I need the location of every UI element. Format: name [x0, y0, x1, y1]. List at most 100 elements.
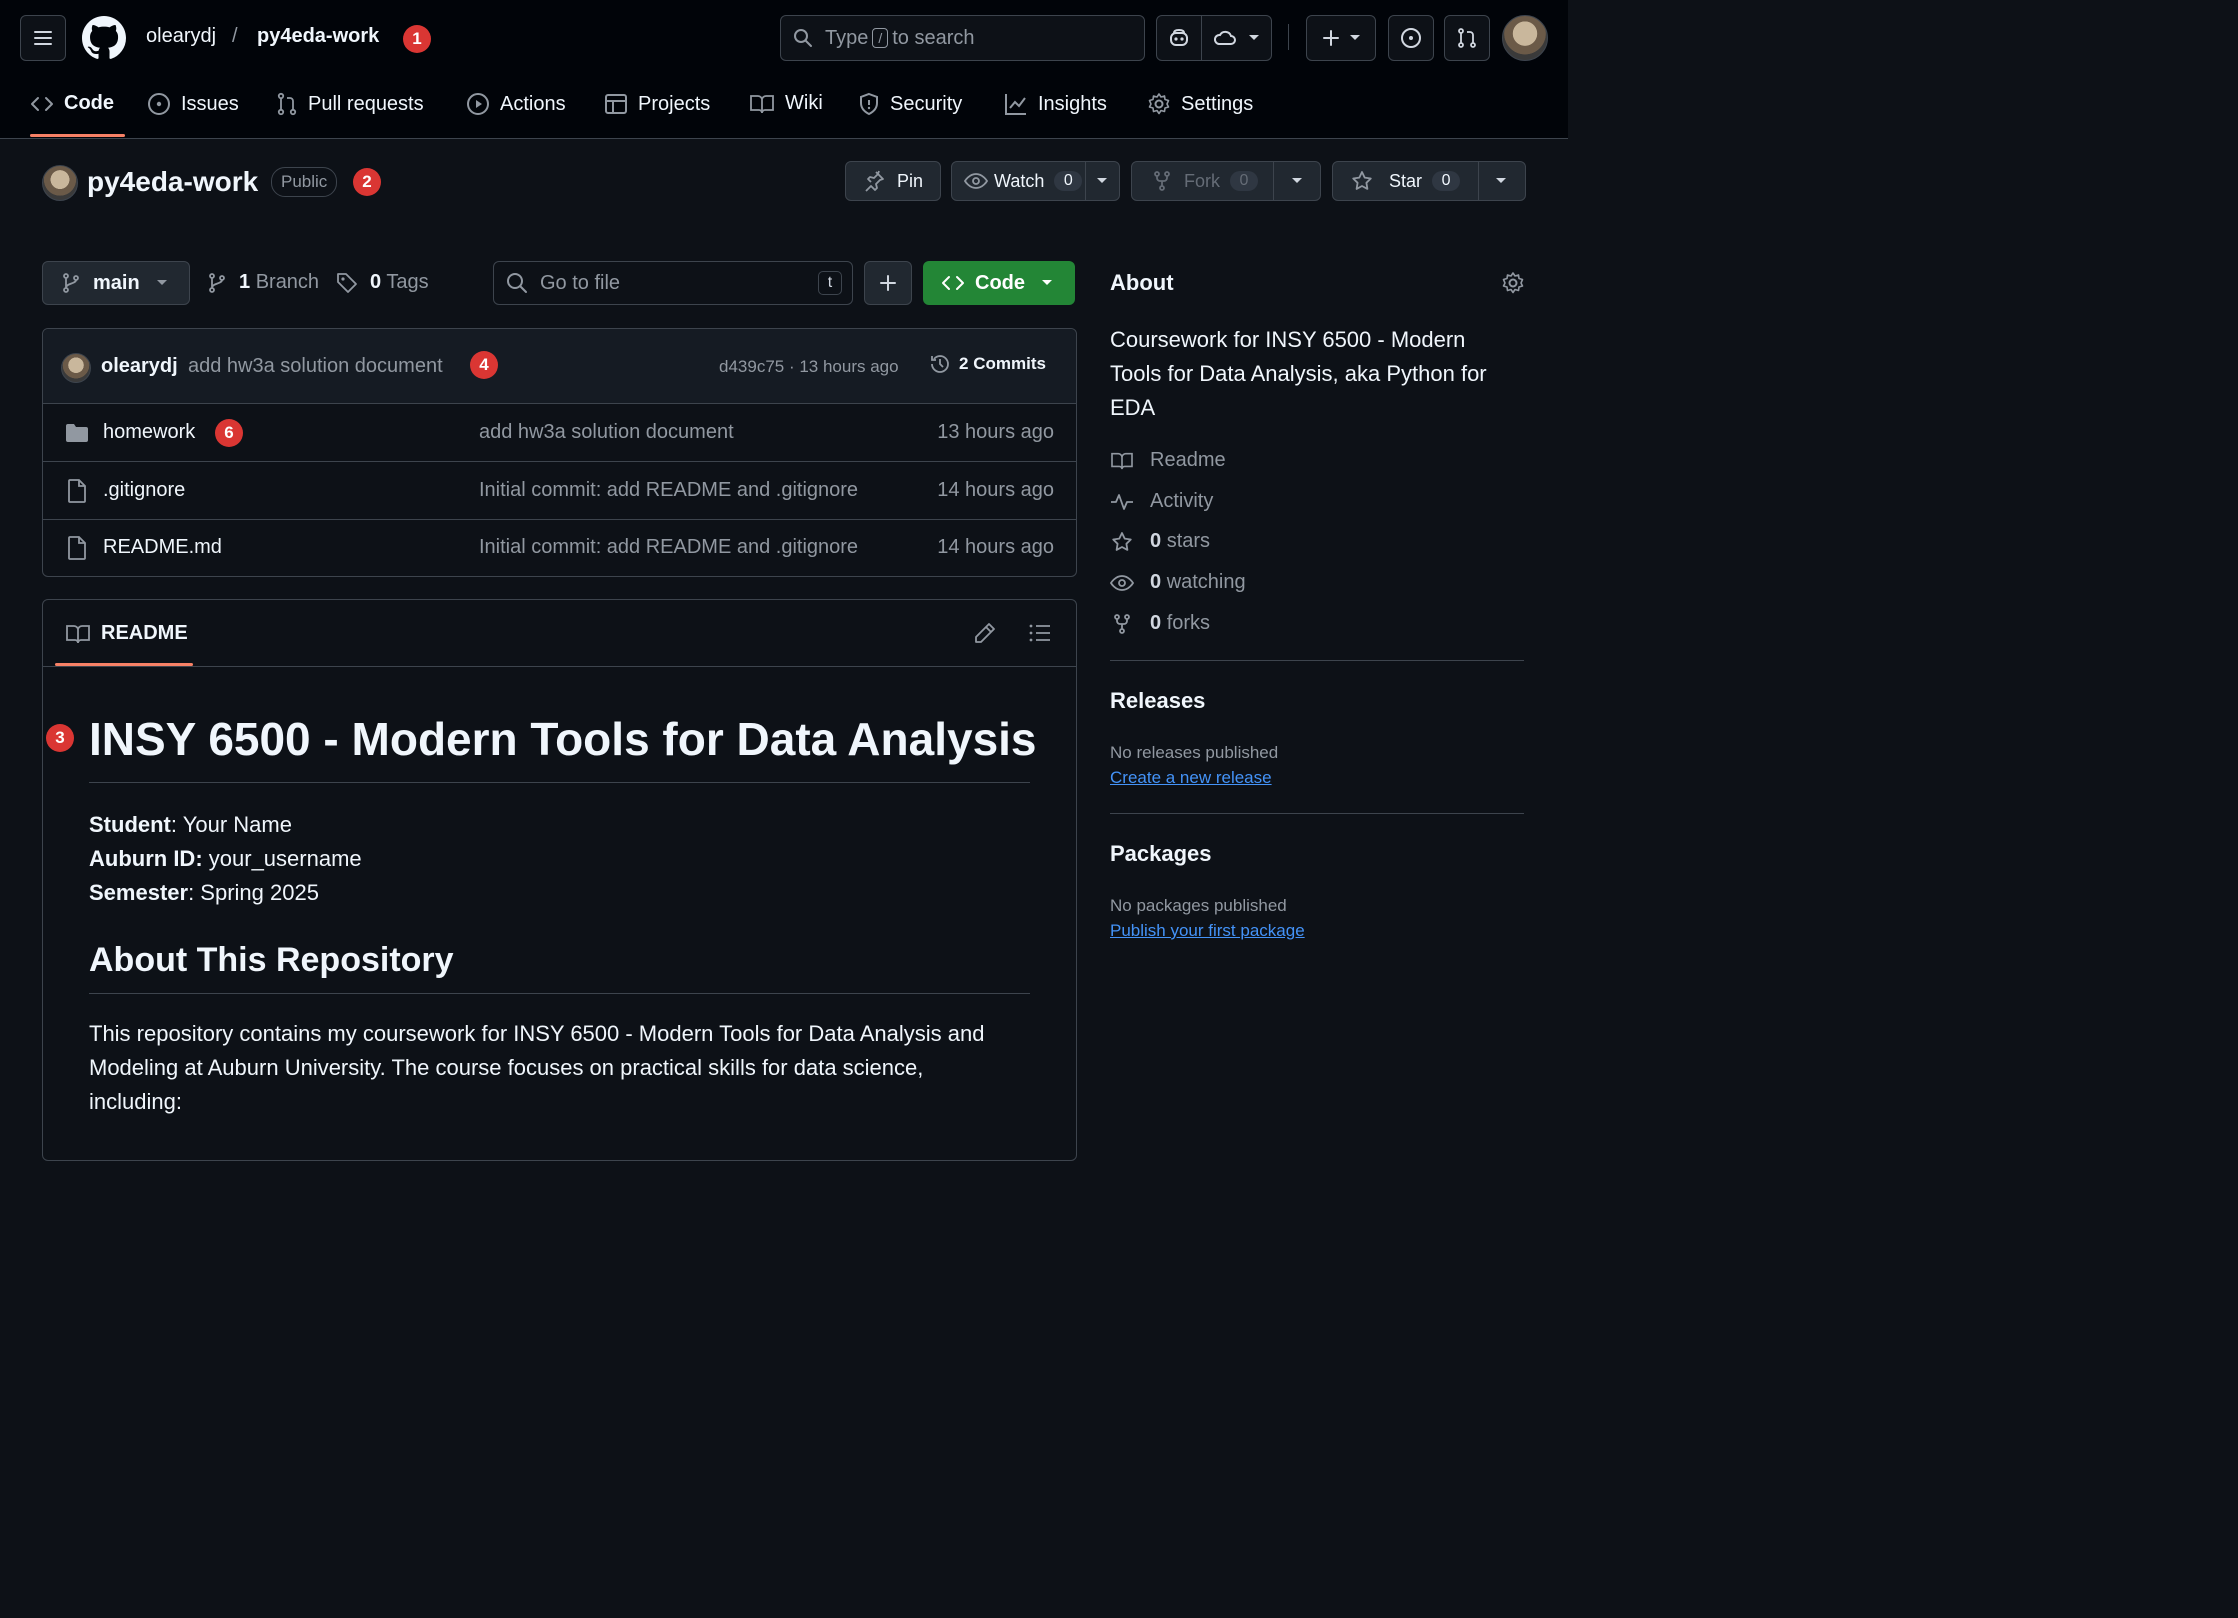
star-count: 0	[1432, 171, 1461, 191]
repo-title[interactable]: py4eda-work	[87, 166, 258, 198]
file-name[interactable]: README.md	[103, 536, 222, 559]
create-release-link[interactable]: Create a new release	[1110, 768, 1272, 788]
commit-author[interactable]: olearydj	[101, 355, 178, 378]
commits-link[interactable]: 2 Commits	[929, 353, 1046, 375]
readme-tab[interactable]: README	[65, 622, 188, 645]
author-avatar[interactable]	[61, 353, 91, 383]
branch-selector[interactable]: main	[42, 261, 190, 305]
file-commit-message[interactable]: Initial commit: add README and .gitignor…	[479, 536, 858, 559]
go-to-file-input[interactable]: Go to file t	[493, 261, 853, 305]
search-suffix: to search	[892, 26, 975, 49]
owner-avatar[interactable]	[42, 165, 78, 201]
packages-heading[interactable]: Packages	[1110, 841, 1212, 867]
readme-panel: README 3 INSY 6500 - Modern Tools for Da…	[42, 599, 1077, 1161]
chevron-down-icon	[156, 279, 168, 287]
branch-label: Branch	[255, 271, 320, 293]
publish-package-link[interactable]: Publish your first package	[1110, 921, 1305, 941]
breadcrumb-separator: /	[232, 25, 238, 47]
chevron-down-icon[interactable]	[1495, 177, 1507, 185]
fork-button[interactable]: Fork 0	[1131, 161, 1321, 201]
commits-count: 2	[959, 354, 969, 373]
file-name[interactable]: homework	[103, 421, 195, 444]
star-label: Star	[1389, 170, 1423, 191]
watching-link[interactable]: 0 watching	[1110, 571, 1246, 594]
user-avatar[interactable]	[1502, 15, 1548, 61]
about-description: Coursework for INSY 6500 - Modern Tools …	[1110, 323, 1487, 425]
star-button[interactable]: Star 0	[1332, 161, 1526, 201]
commit-message[interactable]: add hw3a solution document	[188, 355, 443, 378]
tab-label: Wiki	[785, 92, 823, 114]
commit-hash-time[interactable]: d439c75 · 13 hours ago	[719, 357, 899, 377]
tab-security[interactable]: Security	[858, 92, 962, 116]
tab-projects[interactable]: Projects	[604, 92, 710, 116]
file-row[interactable]: homework 6 add hw3a solution document 13…	[43, 404, 1076, 462]
pull-requests-button[interactable]	[1444, 15, 1490, 61]
git-branch-icon	[207, 272, 227, 294]
file-name[interactable]: .gitignore	[103, 479, 185, 502]
github-logo-icon[interactable]	[82, 16, 126, 60]
tab-insights[interactable]: Insights	[1004, 92, 1107, 116]
activity-link[interactable]: Activity	[1110, 490, 1213, 513]
readme-link[interactable]: Readme	[1110, 449, 1226, 472]
tab-settings[interactable]: Settings	[1147, 92, 1253, 116]
paragraph-line: Modeling at Auburn University. The cours…	[89, 1055, 924, 1080]
tags-link[interactable]: 0 Tags	[336, 271, 429, 294]
file-list: olearydj add hw3a solution document 4 d4…	[42, 328, 1077, 577]
file-row[interactable]: .gitignore Initial commit: add README an…	[43, 462, 1076, 520]
breadcrumb-owner[interactable]: olearydj	[146, 25, 216, 48]
annotation-badge-6: 6	[215, 419, 243, 447]
branches-link[interactable]: 1 Branch	[207, 271, 319, 294]
graph-icon	[1004, 92, 1028, 116]
list-unordered-icon[interactable]	[1028, 621, 1052, 645]
auburn-label: Auburn ID:	[89, 846, 203, 871]
readme-heading: INSY 6500 - Modern Tools for Data Analys…	[89, 713, 1037, 765]
releases-heading[interactable]: Releases	[1110, 688, 1205, 714]
tab-pull-requests[interactable]: Pull requests	[276, 92, 424, 116]
releases-empty: No releases published	[1110, 743, 1279, 762]
code-download-button[interactable]: Code	[923, 261, 1075, 305]
search-input[interactable]: Type / to search	[780, 15, 1145, 61]
copilot-button-group[interactable]	[1156, 15, 1272, 61]
student-label: Student	[89, 812, 171, 837]
tab-label: Projects	[638, 92, 711, 115]
tag-count: 0	[370, 271, 382, 293]
shield-icon	[858, 92, 880, 116]
issue-opened-icon	[147, 92, 171, 116]
gear-icon[interactable]	[1501, 271, 1525, 295]
pencil-icon[interactable]	[973, 621, 997, 645]
activity-link-label: Activity	[1150, 490, 1214, 512]
tab-label: Insights	[1038, 92, 1107, 115]
tab-code[interactable]: Code	[30, 92, 114, 115]
file-row[interactable]: README.md Initial commit: add README and…	[43, 519, 1076, 576]
forks-link[interactable]: 0 forks	[1110, 612, 1210, 635]
repo-forked-icon	[1110, 613, 1134, 635]
tab-wiki[interactable]: Wiki	[749, 92, 823, 115]
chevron-down-icon[interactable]	[1248, 34, 1260, 42]
file-time: 13 hours ago	[937, 421, 1054, 443]
chevron-down-icon[interactable]	[1096, 177, 1108, 185]
chevron-down-icon[interactable]	[1291, 177, 1303, 185]
about-heading: About	[1110, 270, 1174, 295]
tab-actions[interactable]: Actions	[466, 92, 566, 116]
pin-button[interactable]: Pin	[845, 161, 941, 201]
tab-issues[interactable]: Issues	[147, 92, 239, 116]
copilot-cloud-icon[interactable]	[1202, 28, 1248, 48]
pin-label: Pin	[896, 170, 923, 191]
copilot-icon[interactable]	[1157, 27, 1201, 49]
header-divider	[1288, 24, 1289, 50]
search-prefix: Type	[825, 26, 869, 49]
file-icon	[67, 478, 87, 503]
readme-link-label: Readme	[1150, 449, 1226, 471]
issues-button[interactable]	[1388, 15, 1434, 61]
pulse-icon	[1110, 492, 1134, 512]
watch-button[interactable]: Watch 0	[951, 161, 1120, 201]
create-new-button[interactable]	[1306, 15, 1376, 61]
watching-count: 0	[1150, 571, 1162, 593]
file-commit-message[interactable]: add hw3a solution document	[479, 421, 734, 444]
file-commit-message[interactable]: Initial commit: add README and .gitignor…	[479, 479, 858, 502]
add-file-button[interactable]	[864, 261, 912, 305]
star-icon	[1351, 170, 1373, 192]
menu-button[interactable]	[20, 15, 66, 61]
breadcrumb-repo[interactable]: py4eda-work	[257, 25, 379, 48]
stars-link[interactable]: 0 stars	[1110, 530, 1210, 553]
